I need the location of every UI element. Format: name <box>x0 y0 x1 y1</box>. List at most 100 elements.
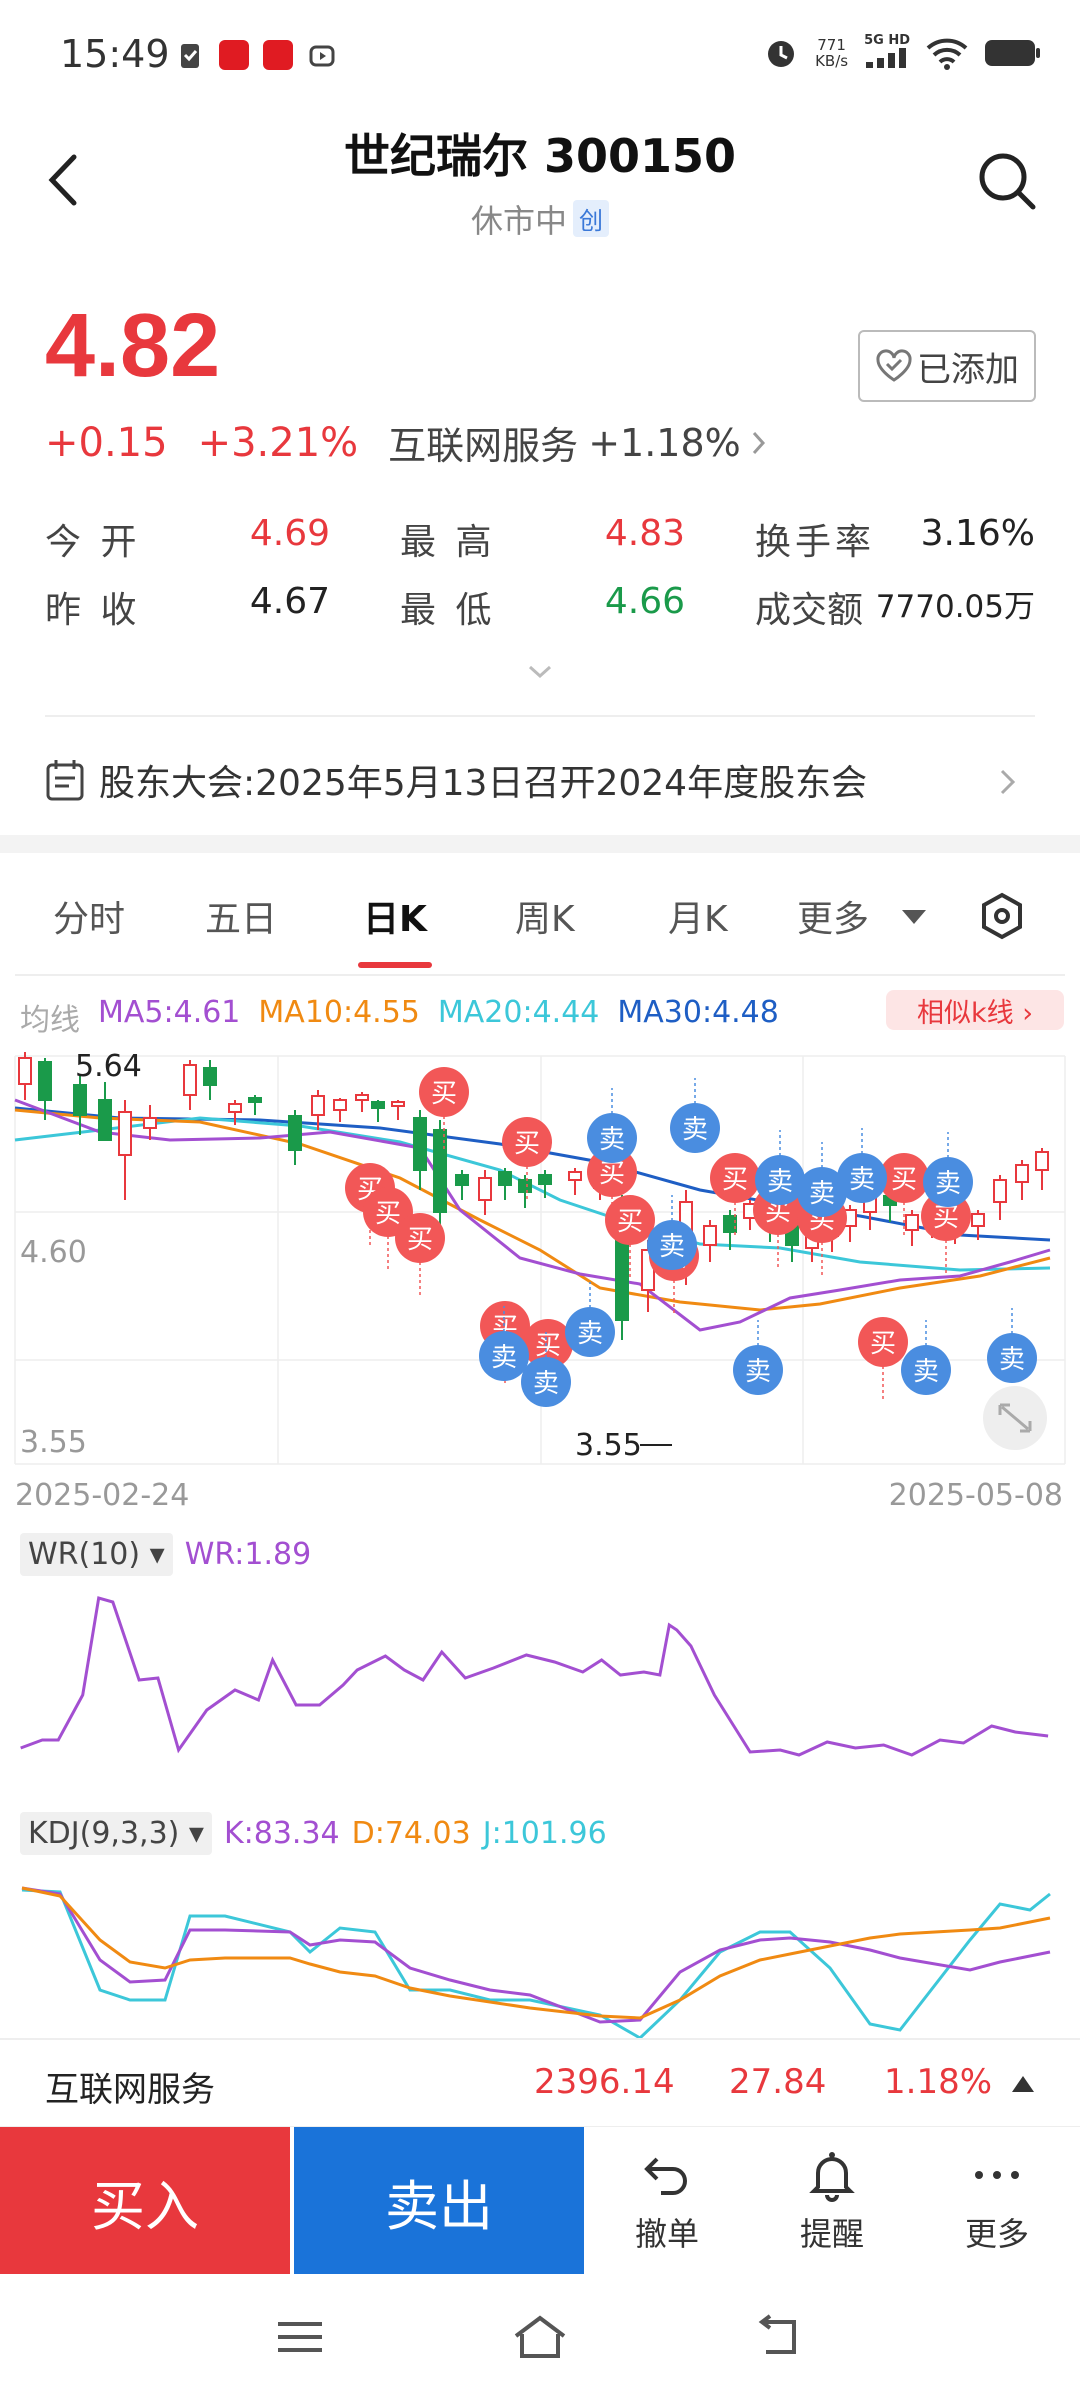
divider <box>45 715 1035 717</box>
date-start: 2025-02-24 <box>15 1478 190 1513</box>
title-block: 世纪瑞尔 300150 休市中创 <box>0 120 1080 242</box>
candle <box>905 1210 919 1246</box>
sell-signal-marker: 卖 <box>837 1128 887 1203</box>
tab-monthly-k[interactable]: 月K <box>668 890 728 942</box>
battery-icon <box>985 40 1040 66</box>
industry-link[interactable]: 互联网服务 +1.18% <box>388 415 767 470</box>
candlestick-chart[interactable]: 买买买买买买买买买买买买买买买买卖卖卖卖卖卖卖卖卖卖卖卖卖 5.64 4.60 … <box>0 1040 1080 1470</box>
kdj-d-value: D:74.03 <box>351 1816 471 1851</box>
system-nav-bar <box>0 2274 1080 2400</box>
candle <box>248 1095 262 1115</box>
kdj-j-value: J:101.96 <box>482 1816 607 1851</box>
tab-five-day[interactable]: 五日 <box>205 890 277 942</box>
trade-action-bar: 买入 卖出 撤单 提醒 更多 <box>0 2126 1080 2275</box>
status-bar: 15:49 771 KB/s 5G HD <box>0 0 1080 110</box>
svg-text:卖: 卖 <box>913 1357 939 1387</box>
price-alert-button[interactable]: 提醒 <box>772 2147 892 2255</box>
expand-chevron-icon[interactable] <box>525 662 555 682</box>
candle <box>1015 1160 1029 1200</box>
status-notification-icons <box>175 40 337 70</box>
kdj-selector[interactable]: KDJ(9,3,3) ▾ <box>20 1812 212 1855</box>
sector-ticker[interactable]: 互联网服务 2396.14 27.84 1.18% <box>0 2038 1080 2124</box>
candle <box>355 1092 369 1112</box>
sector-index: 2396.14 <box>534 2062 675 2102</box>
candle <box>518 1175 532 1208</box>
trade-signals: 买买买买买买买买买买买买买买买买卖卖卖卖卖卖卖卖卖卖卖卖卖 <box>345 1067 1037 1407</box>
divider <box>15 974 1065 976</box>
stats-row: 昨 收 4.67 最 低 4.66 成交额 7770.05万 <box>45 573 1035 641</box>
candle <box>498 1168 512 1200</box>
y-max-label: 5.64 <box>75 1049 142 1084</box>
dropdown-arrow-icon[interactable] <box>902 910 926 924</box>
watchlist-added-button[interactable]: 已添加 <box>858 330 1036 402</box>
candle <box>391 1100 405 1120</box>
settings-hexagon-icon[interactable] <box>978 892 1026 940</box>
notice-text: 股东大会:2025年5月13日召开2024年度股东会 <box>99 763 868 804</box>
tab-more[interactable]: 更多 <box>797 890 869 942</box>
home-icon[interactable] <box>510 2312 570 2362</box>
stat-prev-close: 昨 收 4.67 <box>45 581 330 631</box>
ma5-value: MA5:4.61 <box>98 995 241 1030</box>
svg-text:买: 买 <box>431 1079 457 1109</box>
y-mid-label: 4.60 <box>20 1235 87 1270</box>
shareholder-notice[interactable]: 股东大会:2025年5月13日召开2024年度股东会 <box>45 740 1035 820</box>
sell-signal-marker: 卖 <box>987 1308 1037 1383</box>
svg-text:卖: 卖 <box>659 1232 685 1262</box>
candle <box>98 1082 112 1141</box>
back-nav-icon[interactable] <box>750 2312 810 2362</box>
svg-text:买: 买 <box>407 1225 433 1255</box>
undo-icon <box>644 2157 687 2195</box>
status-time: 15:49 <box>60 32 170 76</box>
more-actions-button[interactable]: 更多 <box>937 2147 1057 2255</box>
svg-text:卖: 卖 <box>849 1165 875 1195</box>
change-line: +0.15 +3.21% 互联网服务 +1.18% <box>45 415 767 470</box>
svg-text:卖: 卖 <box>999 1345 1025 1375</box>
candle <box>118 1100 132 1200</box>
signal: 5G HD <box>864 34 910 72</box>
svg-text:卖: 卖 <box>809 1179 835 1209</box>
svg-text:买: 买 <box>617 1207 643 1237</box>
stat-high: 最 高 4.83 <box>400 513 685 563</box>
candle <box>143 1105 157 1140</box>
price-change: +0.15 <box>45 419 168 466</box>
cancel-order-button[interactable]: 撤单 <box>607 2147 727 2255</box>
industry-pct: +1.18% <box>588 420 741 465</box>
tab-daily-k[interactable]: 日K <box>363 890 427 942</box>
svg-text:卖: 卖 <box>767 1167 793 1197</box>
buy-button[interactable]: 买入 <box>0 2127 290 2275</box>
section-gap <box>0 835 1080 853</box>
chevron-right-icon <box>1000 769 1016 795</box>
stats-row: 今 开 4.69 最 高 4.83 换手率 3.16% <box>45 505 1035 573</box>
net-speed: 771 KB/s <box>815 36 849 70</box>
fullscreen-button[interactable] <box>983 1386 1047 1450</box>
svg-text:买: 买 <box>933 1203 959 1233</box>
sell-signal-marker: 卖 <box>565 1282 615 1357</box>
svg-text:买: 买 <box>722 1165 748 1195</box>
stat-turnover: 换手率 3.16% <box>755 513 1035 563</box>
sell-signal-marker: 卖 <box>587 1088 637 1163</box>
candle <box>413 1110 427 1190</box>
sell-signal-marker: 卖 <box>923 1132 973 1207</box>
svg-text:卖: 卖 <box>577 1319 603 1349</box>
low-mark-label: 3.55 <box>575 1428 642 1463</box>
menu-icon[interactable] <box>270 2312 330 2362</box>
chart-tabs: 分时 五日 日K 周K 月K 更多 <box>0 870 1080 970</box>
tab-intraday[interactable]: 分时 <box>53 890 125 942</box>
svg-text:买: 买 <box>375 1199 401 1229</box>
bell-icon <box>809 2152 855 2202</box>
expand-up-icon[interactable] <box>1012 2076 1034 2092</box>
svg-text:卖: 卖 <box>599 1125 625 1155</box>
buy-signal-marker: 买 <box>395 1213 445 1298</box>
sell-signal-marker: 卖 <box>733 1320 783 1395</box>
svg-text:卖: 卖 <box>935 1169 961 1199</box>
sell-button[interactable]: 卖出 <box>294 2127 584 2275</box>
status-right-icons: 771 KB/s 5G HD <box>763 34 1040 72</box>
board-badge: 创 <box>573 200 609 237</box>
candle <box>703 1220 717 1262</box>
ma-legend: 均线 MA5:4.61 MA10:4.55 MA20:4.44 MA30:4.4… <box>20 995 779 1039</box>
wr-line <box>20 1596 1049 1757</box>
tab-weekly-k[interactable]: 周K <box>515 890 575 942</box>
search-icon[interactable] <box>974 148 1040 214</box>
app-notification-icon <box>219 40 249 70</box>
similar-kline-button[interactable]: 相似k线 › <box>886 990 1064 1030</box>
